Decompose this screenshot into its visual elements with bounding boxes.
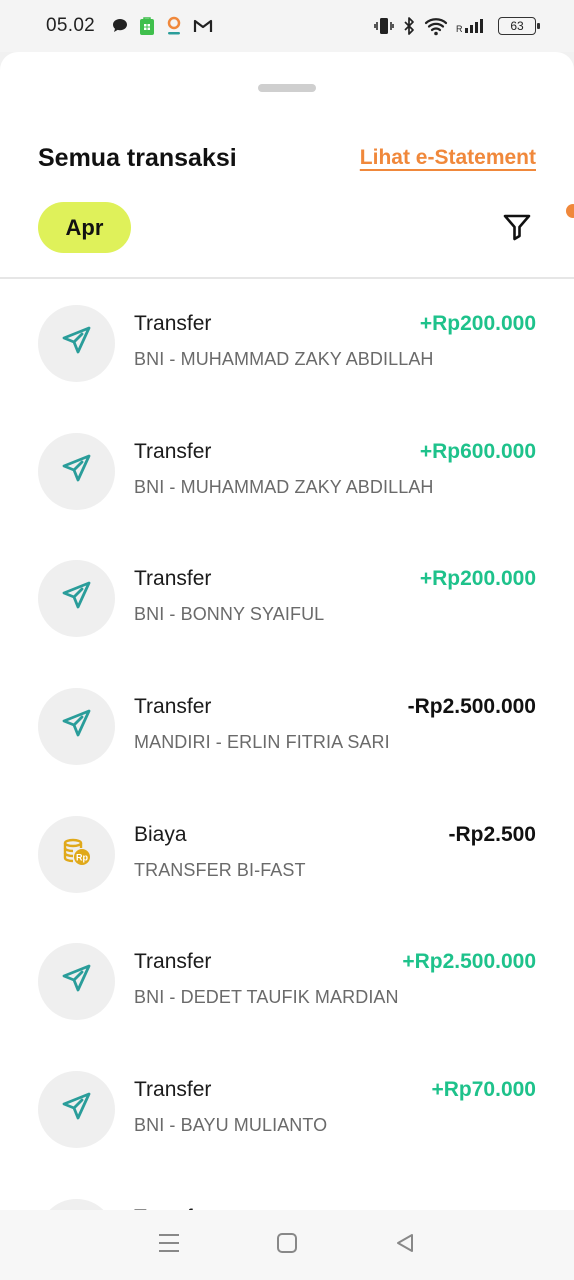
month-filter-label: Apr xyxy=(65,214,104,240)
transaction-type: Transfer xyxy=(134,695,212,719)
chat-bubble-icon xyxy=(111,17,129,35)
transaction-row[interactable]: Transfer BNI - MUHAMMAD ZAKY ABDILLAH +R… xyxy=(0,407,574,535)
paper-plane-icon xyxy=(60,452,94,491)
month-filter-chip[interactable]: Apr xyxy=(38,202,131,253)
transaction-row[interactable]: Transfer BNI - DEDET TAUFIK MARDIAN +Rp2… xyxy=(0,917,574,1045)
transaction-amount: +Rp2.500.000 xyxy=(402,950,536,974)
transaction-type: Transfer xyxy=(134,1078,212,1102)
transaction-description: BNI - DEDET TAUFIK MARDIAN xyxy=(134,987,399,1008)
transaction-row[interactable]: Transfer MANDIRI - ERLIN FITRIA SARI -Rp… xyxy=(0,662,574,790)
gmail-icon xyxy=(193,18,213,34)
paper-plane-icon xyxy=(60,1090,94,1129)
paper-plane-icon xyxy=(60,707,94,746)
fee-icon-badge: Rp xyxy=(38,815,115,893)
transaction-description: MANDIRI - ERLIN FITRIA SARI xyxy=(134,732,390,753)
system-nav-bar xyxy=(0,1210,574,1280)
filter-funnel-icon xyxy=(502,212,532,247)
filter-button[interactable] xyxy=(500,212,534,246)
home-button[interactable] xyxy=(267,1225,307,1265)
signal-icon: R xyxy=(456,17,490,35)
paper-plane-icon xyxy=(60,579,94,618)
transfer-icon-badge xyxy=(38,943,115,1021)
status-time: 05.02 xyxy=(46,15,96,36)
transfer-icon-badge xyxy=(38,1071,115,1149)
transaction-type: Biaya xyxy=(134,822,187,846)
transaction-row[interactable]: Transfer BNI - MUHAMMAD ZAKY ABDILLAH +R… xyxy=(0,279,574,407)
notification-dot xyxy=(566,204,574,218)
transfer-icon-badge xyxy=(38,1198,115,1210)
transaction-row[interactable]: Transfer BNI - BAYU MULIANTO +Rp70.000 xyxy=(0,1045,574,1173)
e-statement-link[interactable]: Lihat e-Statement xyxy=(360,146,536,170)
vibrate-icon xyxy=(374,16,394,36)
page-title: Semua transaksi xyxy=(38,144,237,172)
status-bar: 05.02 R 63 xyxy=(0,0,574,52)
transaction-type: Transfer xyxy=(134,567,212,591)
coin-stack-icon: Rp xyxy=(60,835,94,874)
transaction-amount: +Rp200.000 xyxy=(419,567,536,591)
svg-text:R: R xyxy=(456,24,463,34)
transaction-description: TRANSFER BI-FAST xyxy=(134,859,306,880)
location-pin-icon xyxy=(165,16,183,36)
paper-plane-icon xyxy=(60,324,94,363)
transfer-icon-badge xyxy=(38,688,115,766)
transaction-description: BNI - BAYU MULIANTO xyxy=(134,1115,328,1136)
transaction-amount: +Rp600.000 xyxy=(419,439,536,463)
menu-icon xyxy=(157,1232,181,1259)
transaction-amount: -Rp2.500 xyxy=(448,822,536,846)
transaction-row[interactable]: Transfer BNI - BONNY SYAIFUL +Rp200.000 xyxy=(0,534,574,662)
battery-icon: 63 xyxy=(498,17,540,35)
recent-apps-button[interactable] xyxy=(149,1225,189,1265)
back-button[interactable] xyxy=(385,1225,425,1265)
transaction-type: Transfer xyxy=(134,439,212,463)
transaction-type: Transfer xyxy=(134,950,212,974)
home-square-icon xyxy=(276,1232,298,1259)
transaction-description: BNI - MUHAMMAD ZAKY ABDILLAH xyxy=(134,476,434,497)
back-triangle-icon xyxy=(394,1232,416,1259)
bluetooth-icon xyxy=(402,16,416,36)
transaction-type: Transfer xyxy=(134,312,212,335)
transaction-description: BNI - BONNY SYAIFUL xyxy=(134,604,325,625)
transaction-amount: +Rp200.000 xyxy=(419,312,536,335)
transfer-icon-badge xyxy=(38,560,115,638)
transfer-icon-badge xyxy=(38,305,115,382)
status-app-icons xyxy=(111,16,213,36)
svg-text:Rp: Rp xyxy=(76,852,88,862)
transactions-sheet: Semua transaksi Lihat e-Statement Apr Tr… xyxy=(0,52,574,1210)
wifi-icon xyxy=(424,16,448,36)
sheet-drag-handle[interactable] xyxy=(258,84,316,92)
transfer-icon-badge xyxy=(38,432,115,510)
transaction-amount: +Rp70.000 xyxy=(431,1078,537,1102)
transaction-row[interactable]: Rp Biaya TRANSFER BI-FAST -Rp2.500 xyxy=(0,790,574,918)
paper-plane-icon xyxy=(60,962,94,1001)
status-system-icons: R 63 xyxy=(374,16,540,36)
transaction-list: Transfer BNI - MUHAMMAD ZAKY ABDILLAH +R… xyxy=(0,279,574,1210)
store-icon xyxy=(139,16,155,36)
transaction-row[interactable]: Transfer xyxy=(0,1173,574,1210)
transaction-description: BNI - MUHAMMAD ZAKY ABDILLAH xyxy=(134,349,434,369)
transaction-amount: -Rp2.500.000 xyxy=(407,695,536,719)
